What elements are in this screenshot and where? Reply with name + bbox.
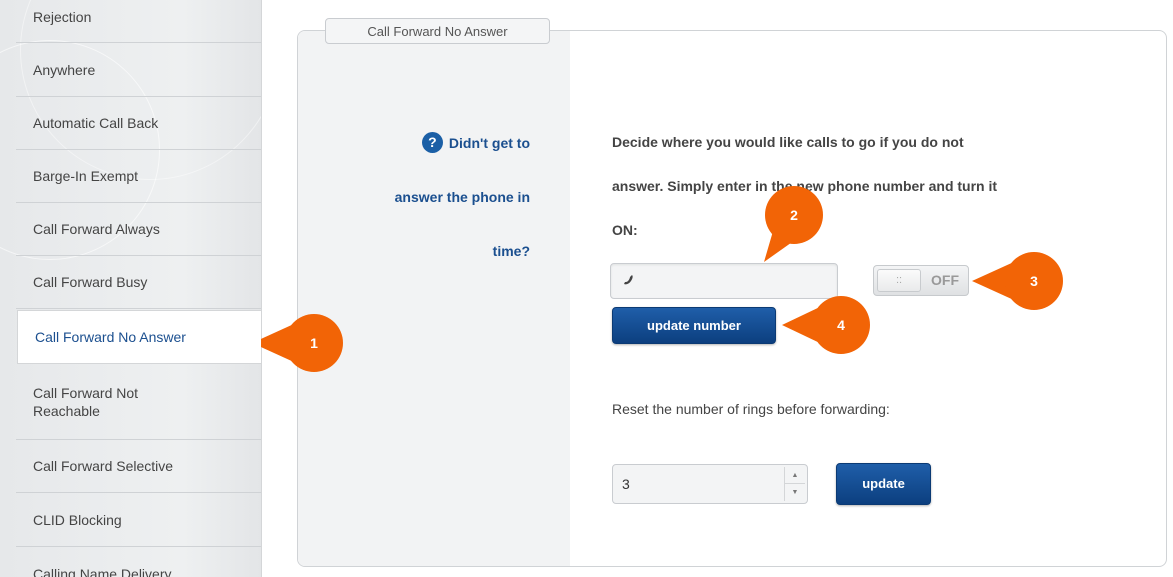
help-text-line: Didn't get to bbox=[448, 135, 530, 151]
sidebar-item-anywhere[interactable]: Anywhere bbox=[16, 43, 261, 97]
sidebar-item-calling-name-delivery[interactable]: Calling Name Delivery bbox=[16, 547, 261, 577]
description-line: ON: bbox=[612, 222, 638, 238]
toggle-knob: :: bbox=[877, 269, 921, 292]
sidebar-item-label: Rejection bbox=[33, 9, 92, 25]
sidebar-item-label: Call Forward Always bbox=[33, 221, 160, 237]
toggle-state: OFF bbox=[931, 272, 959, 288]
sidebar-item-call-forward-always[interactable]: Call Forward Always bbox=[16, 203, 261, 256]
sidebar-item-call-forward-busy[interactable]: Call Forward Busy bbox=[16, 256, 261, 309]
rings-input[interactable]: 3 bbox=[612, 464, 808, 504]
callout-3: 3 bbox=[972, 252, 1063, 310]
update-number-button[interactable]: update number bbox=[612, 307, 776, 344]
callout-2: 2 bbox=[764, 186, 823, 262]
sidebar-item-label: Barge-In Exempt bbox=[33, 168, 139, 184]
panel-tab-title: Call Forward No Answer bbox=[325, 18, 550, 44]
callout-3-number: 3 bbox=[1030, 273, 1038, 289]
help-line-2: answer the phone in bbox=[394, 189, 530, 205]
sidebar-item-label: Automatic Call Back bbox=[33, 115, 159, 131]
sidebar-item-clid-blocking[interactable]: CLID Blocking bbox=[16, 493, 261, 547]
panel-help-column bbox=[298, 31, 570, 566]
sidebar-item-label: Call Forward Selective bbox=[33, 458, 174, 474]
sidebar-item-label: Call Forward Not Reachable bbox=[33, 384, 139, 419]
description-line: Decide where you would like calls to go … bbox=[612, 134, 964, 150]
sidebar-item-automatic-call-back[interactable]: Automatic Call Back bbox=[16, 97, 261, 150]
phone-icon bbox=[624, 275, 633, 285]
sidebar-item-label: CLID Blocking bbox=[33, 511, 122, 528]
callout-1: 1 bbox=[252, 314, 343, 372]
sidebar-item-call-forward-not-reachable[interactable]: Call Forward Not Reachable bbox=[16, 364, 261, 440]
stepper-up-icon[interactable]: ▲ bbox=[785, 467, 805, 484]
rings-stepper[interactable]: ▲ ▼ bbox=[784, 467, 805, 501]
callout-2-number: 2 bbox=[790, 207, 798, 223]
stepper-down-icon[interactable]: ▼ bbox=[785, 484, 805, 501]
update-rings-button[interactable]: update bbox=[836, 463, 931, 505]
sidebar-item-rejection[interactable]: Rejection bbox=[16, 0, 261, 43]
sidebar: Rejection Anywhere Automatic Call Back B… bbox=[0, 0, 262, 577]
question-icon: ? bbox=[421, 132, 443, 154]
sidebar-item-label: Anywhere bbox=[33, 61, 96, 78]
callout-1-number: 1 bbox=[310, 335, 318, 351]
help-line-1: ? Didn't get to bbox=[421, 116, 530, 170]
callout-4-number: 4 bbox=[837, 317, 845, 333]
forward-toggle[interactable]: :: OFF bbox=[873, 265, 969, 296]
callout-4: 4 bbox=[782, 296, 870, 354]
sidebar-item-label: Call Forward Busy bbox=[33, 274, 148, 290]
rings-value: 3 bbox=[622, 476, 630, 492]
sidebar-item-label: Calling Name Delivery bbox=[33, 566, 172, 577]
sidebar-item-call-forward-no-answer[interactable]: Call Forward No Answer bbox=[17, 310, 261, 364]
sidebar-item-barge-in-exempt[interactable]: Barge-In Exempt bbox=[16, 150, 261, 203]
help-line-3: time? bbox=[492, 243, 530, 259]
sidebar-item-label: Call Forward No Answer bbox=[35, 329, 186, 345]
sidebar-item-call-forward-selective[interactable]: Call Forward Selective bbox=[16, 440, 261, 493]
reset-rings-label: Reset the number of rings before forward… bbox=[612, 401, 890, 417]
